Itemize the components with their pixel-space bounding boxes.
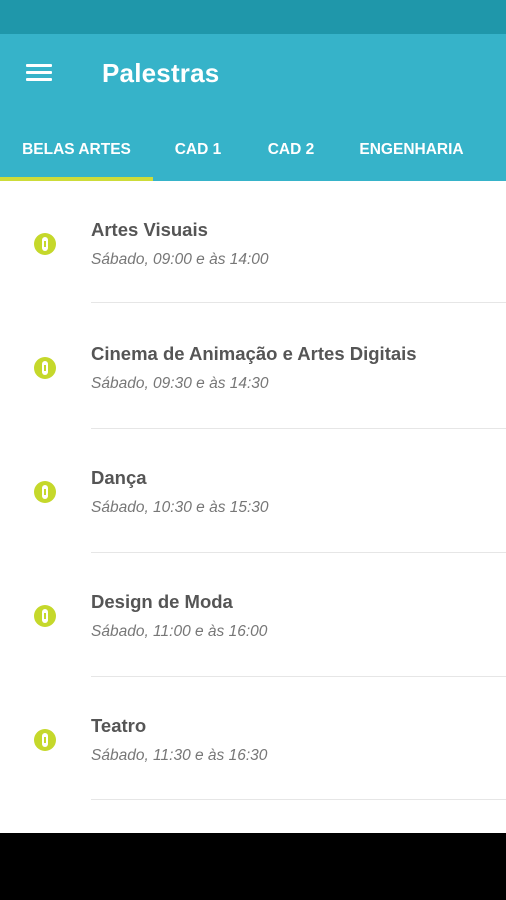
item-title: Design de Moda	[91, 591, 233, 612]
item-schedule: Sábado, 09:30 e às 14:30	[91, 375, 269, 392]
item-schedule: Sábado, 11:00 e às 16:00	[91, 623, 268, 640]
tab-cad-1[interactable]: CAD 1	[153, 119, 243, 181]
tab-cad-2[interactable]: CAD 2	[243, 119, 339, 181]
hamburger-menu-icon[interactable]	[22, 58, 58, 90]
divider	[91, 799, 506, 800]
item-title: Cinema de Animação e Artes Digitais	[91, 343, 417, 364]
item-schedule: Sábado, 09:00 e às 14:00	[91, 251, 269, 268]
tab-belas-artes[interactable]: BELAS ARTES	[0, 119, 153, 181]
item-title: Teatro	[91, 715, 147, 736]
info-icon	[34, 357, 56, 379]
info-icon	[34, 233, 56, 255]
page-title: Palestras	[102, 58, 220, 88]
info-icon	[34, 729, 56, 751]
divider	[91, 302, 506, 303]
system-navigation-bar	[0, 833, 506, 900]
tab-engenharia[interactable]: ENGENHARIA	[339, 119, 484, 181]
tab-bar: BELAS ARTES CAD 1 CAD 2 ENGENHARIA	[0, 119, 506, 181]
list-item[interactable]: Design de Moda Sábado, 11:00 e às 16:00	[0, 553, 506, 677]
info-icon	[34, 481, 56, 503]
item-schedule: Sábado, 10:30 e às 15:30	[91, 499, 269, 516]
lecture-list: Artes Visuais Sábado, 09:00 e às 14:00 C…	[0, 181, 506, 833]
list-item[interactable]: Dança Sábado, 10:30 e às 15:30	[0, 429, 506, 553]
status-bar	[0, 0, 506, 34]
app-bar: Palestras BELAS ARTES CAD 1 CAD 2 ENGENH…	[0, 34, 506, 181]
item-schedule: Sábado, 11:30 e às 16:30	[91, 747, 268, 764]
list-item[interactable]: Cinema de Animação e Artes Digitais Sába…	[0, 305, 506, 429]
info-icon	[34, 605, 56, 627]
list-item[interactable]: Artes Visuais Sábado, 09:00 e às 14:00	[0, 181, 506, 305]
item-title: Artes Visuais	[91, 219, 208, 240]
item-title: Dança	[91, 467, 147, 488]
list-item[interactable]: Teatro Sábado, 11:30 e às 16:30	[0, 677, 506, 801]
